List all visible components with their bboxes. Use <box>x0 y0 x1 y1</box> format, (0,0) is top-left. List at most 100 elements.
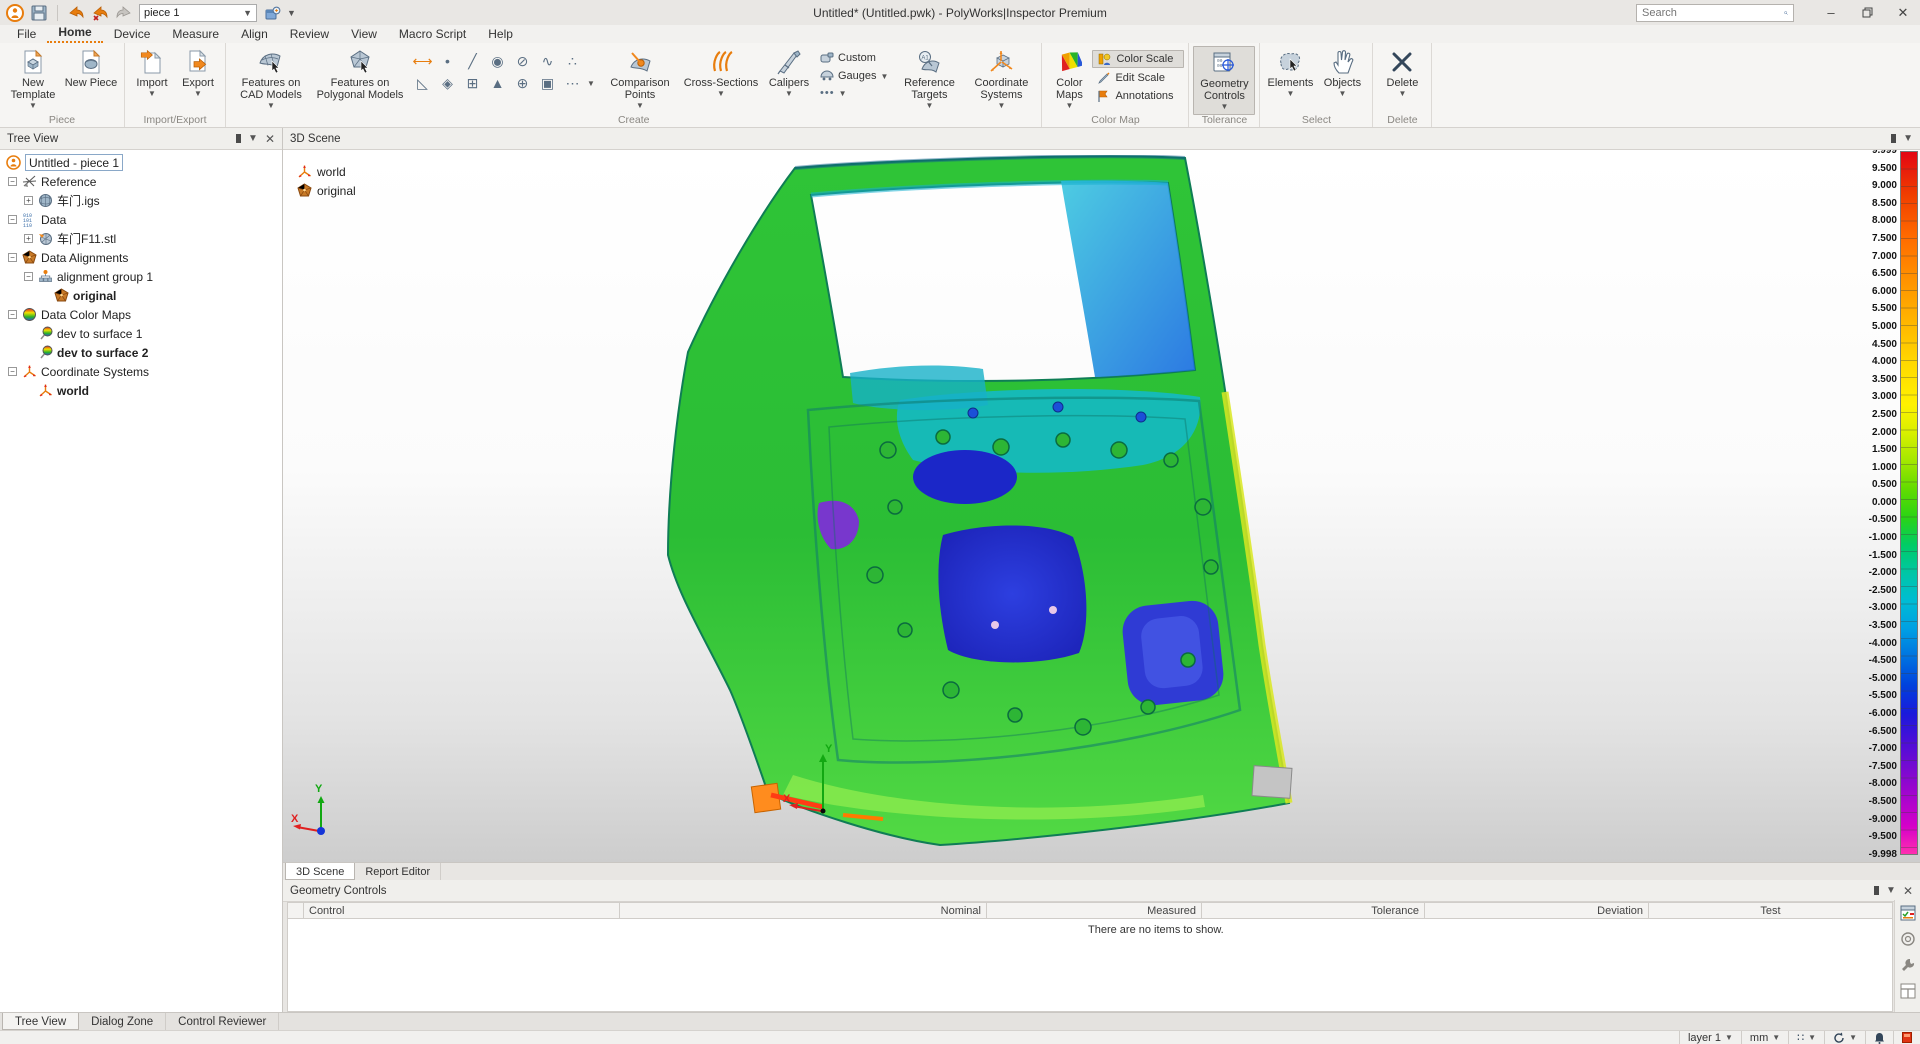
more-features-icon[interactable]: ⋯ <box>562 74 583 92</box>
plane-icon[interactable]: ◈ <box>437 74 458 92</box>
tree-item-stl-file[interactable]: + 车门F11.stl <box>0 229 282 248</box>
column-control[interactable]: Control <box>304 903 620 918</box>
minimize-button[interactable]: – <box>1814 0 1848 25</box>
tools-icon[interactable] <box>1900 957 1916 973</box>
circle-icon[interactable]: ◉ <box>487 52 508 70</box>
point-cloud-icon[interactable]: ∴ <box>562 52 583 70</box>
menu-device[interactable]: Device <box>103 26 162 43</box>
menu-view[interactable]: View <box>340 26 388 43</box>
digitize-points-button[interactable]: ∷ ▼ <box>1788 1031 1824 1044</box>
customize-toolbar-caret-icon[interactable]: ▼ <box>287 9 296 17</box>
tree-item-root[interactable]: Untitled - piece 1 <box>0 153 282 172</box>
custom-gauge-button[interactable]: Custom <box>815 50 893 66</box>
column-deviation[interactable]: Deviation <box>1425 903 1649 918</box>
export-button[interactable]: Export ▼ <box>175 46 221 101</box>
3d-viewport[interactable]: world original <box>283 150 1920 862</box>
save-icon[interactable] <box>30 4 48 22</box>
tree-item-data-alignments[interactable]: − Data Alignments <box>0 248 282 267</box>
gauges-button[interactable]: Gauges ▼ <box>815 68 893 84</box>
overlay-original[interactable]: original <box>297 183 356 198</box>
expand-icon[interactable]: + <box>24 196 33 205</box>
tree-item-coordinate-systems[interactable]: − Coordinate Systems <box>0 362 282 381</box>
bottom-tab-control-reviewer[interactable]: Control Reviewer <box>166 1013 279 1030</box>
car-door-model[interactable] <box>643 155 1373 855</box>
tree-item-cad-file[interactable]: + 车门.igs <box>0 191 282 210</box>
refresh-button[interactable]: ▼ <box>1824 1031 1865 1044</box>
new-piece-button[interactable]: New Piece <box>62 46 120 92</box>
color-maps-button[interactable]: Color Maps ▼ <box>1046 46 1092 113</box>
features-on-cad-models-button[interactable]: Features on CAD Models ▼ <box>230 46 312 113</box>
tree-item-alignment-group[interactable]: − alignment group 1 <box>0 267 282 286</box>
calipers-button[interactable]: Calipers ▼ <box>763 46 815 101</box>
collapse-icon[interactable]: − <box>8 215 17 224</box>
tab-3d-scene[interactable]: 3D Scene <box>285 863 355 880</box>
tree-item-reference[interactable]: − Reference <box>0 172 282 191</box>
tree-item-original-alignment[interactable]: original <box>0 286 282 305</box>
new-template-button[interactable]: New Template ▼ <box>4 46 62 113</box>
tree-item-data-color-maps[interactable]: − Data Color Maps <box>0 305 282 324</box>
report-item-icon[interactable] <box>263 4 281 22</box>
restore-button[interactable] <box>1850 0 1884 25</box>
tree-item-data[interactable]: − 010101110 Data <box>0 210 282 229</box>
column-test[interactable]: Test <box>1649 903 1892 918</box>
ellipse-icon[interactable]: ⊘ <box>512 52 533 70</box>
coordinate-systems-button[interactable]: Coordinate Systems ▼ <box>965 46 1037 113</box>
bottom-tab-dialog-zone[interactable]: Dialog Zone <box>79 1013 166 1030</box>
color-scale-bar[interactable] <box>1900 151 1918 855</box>
column-measured[interactable]: Measured <box>987 903 1202 918</box>
collapse-icon[interactable]: − <box>8 177 17 186</box>
more-gauges-button[interactable]: ••• ▼ <box>815 86 893 100</box>
tree-item-dev-to-surface-1[interactable]: dev to surface 1 <box>0 324 282 343</box>
cylinder-icon[interactable]: ⊞ <box>462 74 483 92</box>
reference-targets-button[interactable]: A1 Reference Targets ▼ <box>893 46 965 113</box>
select-objects-button[interactable]: Objects ▼ <box>1316 46 1368 101</box>
pin-icon[interactable] <box>1874 886 1879 895</box>
select-all-checkbox-cell[interactable] <box>288 903 304 918</box>
undo-all-icon[interactable] <box>91 4 109 22</box>
box-icon[interactable]: ▣ <box>537 74 558 92</box>
color-scale-toggle[interactable]: Color Scale <box>1092 50 1184 68</box>
features-on-polygonal-models-button[interactable]: Features on Polygonal Models <box>312 46 408 104</box>
collapse-icon[interactable]: − <box>8 253 17 262</box>
menu-home[interactable]: Home <box>47 24 102 43</box>
column-nominal[interactable]: Nominal <box>620 903 987 918</box>
units-selector[interactable]: mm ▼ <box>1741 1031 1788 1044</box>
delete-button[interactable]: Delete ▼ <box>1377 46 1427 101</box>
tree-item-world[interactable]: world <box>0 381 282 400</box>
tab-report-editor[interactable]: Report Editor <box>355 863 441 880</box>
pin-icon[interactable] <box>1891 134 1896 143</box>
close-icon[interactable]: ✕ <box>1903 884 1913 898</box>
search-box[interactable] <box>1636 4 1794 22</box>
collapse-icon[interactable]: − <box>8 310 17 319</box>
chevron-down-icon[interactable]: ▼ <box>248 133 258 144</box>
line-icon[interactable]: ╱ <box>462 52 483 70</box>
menu-align[interactable]: Align <box>230 26 279 43</box>
menu-review[interactable]: Review <box>279 26 340 43</box>
collapse-icon[interactable]: − <box>8 367 17 376</box>
annotations-button[interactable]: Annotations <box>1092 88 1184 104</box>
menu-measure[interactable]: Measure <box>161 26 230 43</box>
close-button[interactable]: ✕ <box>1886 0 1920 25</box>
angle-icon[interactable]: ◺ <box>412 74 433 92</box>
menu-macro-script[interactable]: Macro Script <box>388 26 477 43</box>
close-icon[interactable]: ✕ <box>265 132 275 146</box>
menu-help[interactable]: Help <box>477 26 524 43</box>
expand-icon[interactable]: + <box>24 234 33 243</box>
menu-file[interactable]: File <box>6 26 47 43</box>
chevron-down-icon[interactable]: ▼ <box>1886 885 1896 896</box>
measure-icon[interactable] <box>1900 931 1916 947</box>
select-elements-button[interactable]: Elements ▼ <box>1264 46 1316 101</box>
sphere-icon[interactable]: ⊕ <box>512 74 533 92</box>
chevron-down-icon[interactable]: ▼ <box>1903 133 1913 144</box>
more-features-caret-icon[interactable]: ▼ <box>587 79 597 88</box>
overlay-world[interactable]: world <box>297 164 356 179</box>
edit-scale-button[interactable]: Edit Scale <box>1092 70 1184 86</box>
controls-filter-icon[interactable] <box>1900 905 1916 921</box>
column-tolerance[interactable]: Tolerance <box>1202 903 1425 918</box>
redo-icon[interactable] <box>115 4 133 22</box>
import-button[interactable]: Import ▼ <box>129 46 175 101</box>
tree-item-dev-to-surface-2[interactable]: dev to surface 2 <box>0 343 282 362</box>
alert-indicator[interactable] <box>1893 1031 1920 1044</box>
notifications-button[interactable] <box>1865 1031 1893 1044</box>
layer-selector[interactable]: layer 1 ▼ <box>1679 1031 1741 1044</box>
